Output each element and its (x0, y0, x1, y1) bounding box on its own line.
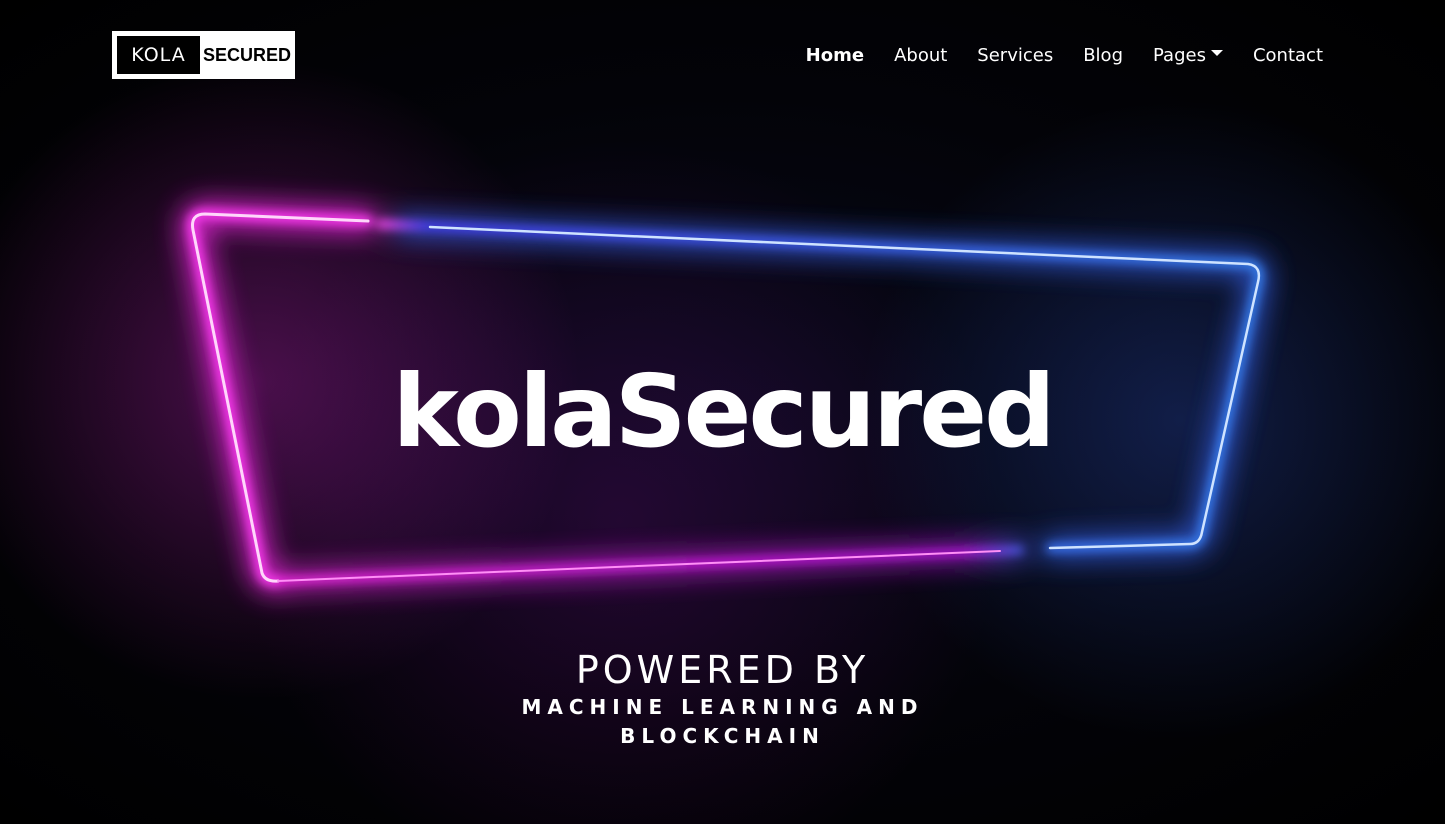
brand-logo[interactable]: KOLA SECURED (112, 31, 295, 79)
nav-about-link[interactable]: About (894, 45, 947, 66)
nav-links: Home About Services Blog Pages Contact (776, 40, 1323, 70)
nav-blog-label: Blog (1083, 44, 1123, 66)
powered-by-subtitle: MACHINE LEARNING AND BLOCKCHAIN (521, 695, 924, 748)
nav-contact-link[interactable]: Contact (1253, 45, 1323, 66)
powered-by-heading: POWERED BY (575, 648, 870, 692)
nav-contact-label: Contact (1252, 44, 1323, 66)
page: KOLA SECURED Home About Services Blog Pa… (0, 0, 1445, 824)
caret-down-icon (1210, 50, 1223, 56)
logo-text-kola: KOLA (117, 36, 200, 74)
nav-pages-dropdown[interactable]: Pages (1153, 45, 1223, 66)
powered-by-block: POWERED BY MACHINE LEARNING AND BLOCKCHA… (0, 647, 1445, 751)
nav-home-link[interactable]: Home (806, 45, 864, 66)
nav-services-label: Services (977, 44, 1054, 66)
hero-title: kolaSecured (392, 353, 1055, 470)
nav-services-link[interactable]: Services (977, 45, 1053, 66)
nav-home-label: Home (805, 44, 865, 66)
navbar: KOLA SECURED Home About Services Blog Pa… (0, 0, 1445, 110)
nav-about-label: About (894, 44, 948, 66)
logo-text-secured: SECURED (202, 45, 291, 65)
nav-pages-label: Pages (1153, 44, 1206, 66)
nav-blog-link[interactable]: Blog (1083, 45, 1123, 66)
